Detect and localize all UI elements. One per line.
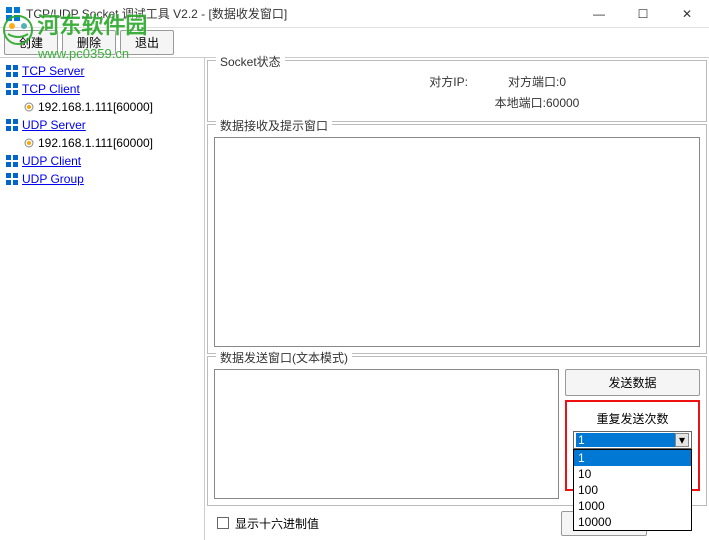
sidebar-tree: TCP Server TCP Client 192.168.1.111[6000… [0,58,205,540]
send-group: 数据发送窗口(文本模式) 发送数据 重复发送次数 1 ▾ 1 10 100 10… [207,356,707,506]
bullet-icon [24,102,34,112]
tree-label: TCP Server [22,64,84,78]
grid-icon [6,119,18,131]
recv-legend: 数据接收及提示窗口 [216,117,332,134]
content-area: Socket状态 对方IP: 对方端口:0 本地端口:60000 数据接收及提示… [205,58,709,540]
recv-textarea[interactable] [214,137,700,347]
minimize-button[interactable]: — [577,0,621,27]
dropdown-option[interactable]: 10 [574,466,691,482]
repeat-count-label: 重复发送次数 [573,410,692,427]
tree-item-udp-group[interactable]: UDP Group [2,170,202,188]
tree-item-udp-server[interactable]: UDP Server [2,116,202,134]
grid-icon [6,65,18,77]
[interactable]: 1 ▾ 1 10 100 1000 10000 [573,431,692,449]
tree-item-tcp-server[interactable]: TCP Server [2,62,202,80]
recv-group: 数据接收及提示窗口 [207,124,707,354]
socket-status-legend: Socket状态 [216,53,285,70]
hex-checkbox-wrap[interactable]: 显示十六进制值 [217,515,319,532]
socket-status-group: Socket状态 对方IP: 对方端口:0 本地端口:60000 [207,60,707,122]
send-legend: 数据发送窗口(文本模式) [216,349,352,366]
tree-label: TCP Client [22,82,80,96]
toolbar: 创建 删除 退出 [0,28,709,58]
tree-label: UDP Server [22,118,86,132]
grid-icon [6,83,18,95]
hex-checkbox[interactable] [217,517,229,529]
blank [335,94,455,111]
local-port-label: 本地端口:60000 [495,94,580,111]
send-data-button[interactable]: 发送数据 [565,369,700,396]
chevron-down-icon[interactable]: ▾ [675,433,689,447]
repeat-count-box: 重复发送次数 1 ▾ 1 10 100 1000 10000 [565,400,700,491]
dropdown-option[interactable]: 1000 [574,498,691,514]
dropdown-option[interactable]: 1 [574,450,691,466]
peer-port-label: 对方端口:0 [508,73,566,90]
tree-item-udp-server-addr[interactable]: 192.168.1.111[60000] [2,134,202,152]
window-controls: — ☐ ✕ [577,0,709,27]
tree-label: 192.168.1.111[60000] [38,100,153,114]
hex-label: 显示十六进制值 [235,515,319,532]
tree-item-tcp-client[interactable]: TCP Client [2,80,202,98]
bullet-icon [24,138,34,148]
title-bar: TCP/UDP Socket 调试工具 V2.2 - [数据收发窗口] — ☐ … [0,0,709,28]
tree-label: UDP Client [22,154,81,168]
app-icon [6,7,20,21]
exit-button[interactable]: 退出 [120,30,174,55]
tree-label: 192.168.1.111[60000] [38,136,153,150]
peer-ip-label: 对方IP: [348,73,468,90]
tree-item-tcp-client-addr[interactable]: 192.168.1.111[60000] [2,98,202,116]
window-title: TCP/UDP Socket 调试工具 V2.2 - [数据收发窗口] [26,5,577,22]
create-button[interactable]: 创建 [4,30,58,55]
send-textarea[interactable] [214,369,559,499]
close-button[interactable]: ✕ [665,0,709,27]
combo-value: 1 [576,433,675,447]
dropdown-option[interactable]: 10000 [574,514,691,530]
delete-button[interactable]: 删除 [62,30,116,55]
grid-icon [6,173,18,185]
maximize-button[interactable]: ☐ [621,0,665,27]
dropdown-option[interactable]: 100 [574,482,691,498]
repeat-dropdown: 1 10 100 1000 10000 [573,449,692,531]
tree-item-udp-client[interactable]: UDP Client [2,152,202,170]
grid-icon [6,155,18,167]
tree-label: UDP Group [22,172,84,186]
